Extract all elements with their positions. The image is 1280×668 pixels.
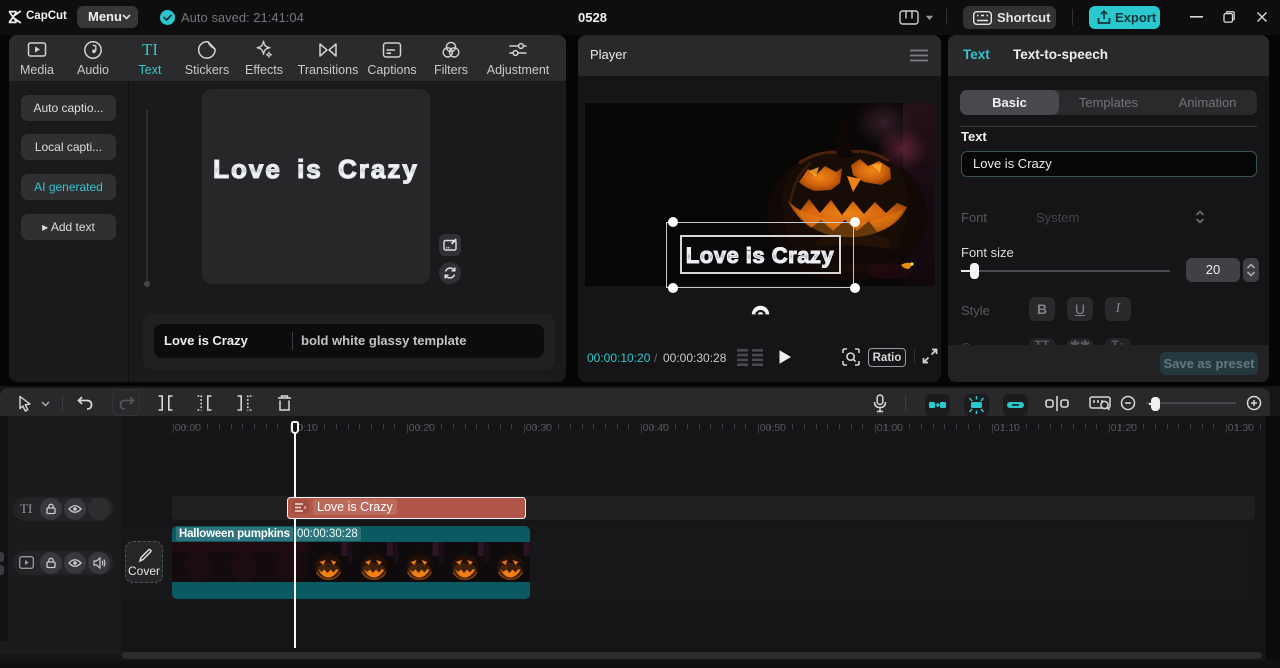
svg-text:TI: TI	[142, 40, 158, 59]
